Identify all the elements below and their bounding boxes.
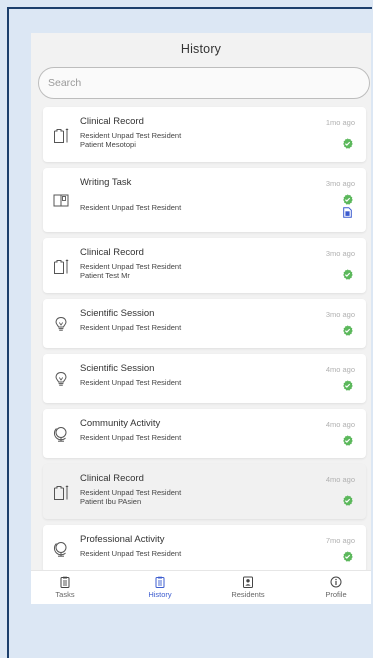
item-subtitle: Resident Unpad Test Resident [80, 433, 181, 442]
item-patient: Patient Ibu PAsien [80, 497, 142, 506]
tab-profile[interactable]: Profile [301, 576, 371, 599]
info-circle-icon [330, 576, 342, 588]
item-timestamp: 3mo ago [325, 310, 355, 319]
item-timestamp: 3mo ago [325, 179, 355, 188]
verified-check-icon [342, 380, 353, 391]
item-title: Professional Activity [80, 534, 165, 545]
item-resident: Resident Unpad Test Resident [80, 433, 182, 442]
verified-check-icon [342, 495, 353, 506]
item-subtitle: Resident Unpad Test Resident [80, 549, 181, 558]
item-title: Community Activity [80, 418, 161, 429]
item-timestamp: 4mo ago [325, 475, 355, 484]
lightbulb-icon [52, 315, 70, 333]
item-resident: Resident Unpad Test Resident [80, 378, 182, 387]
history-item[interactable]: Scientific Session Resident Unpad Test Re… [43, 299, 366, 348]
history-item[interactable]: Writing Task Resident Unpad Test Resident… [43, 168, 366, 232]
tab-history-label: History [148, 590, 172, 599]
search-input[interactable]: Search [38, 67, 370, 99]
bottom-tab-bar: Tasks History Residents Profile [31, 570, 371, 604]
item-subtitle: Resident Unpad Test Resident Patient Test… [80, 262, 181, 280]
lightbulb-icon [52, 370, 70, 388]
id-badge-icon [242, 576, 254, 588]
history-item[interactable]: Professional Activity Resident Unpad Test… [43, 525, 366, 573]
clipboard-list-icon [154, 576, 166, 588]
globe-icon [52, 425, 70, 443]
item-resident: Resident Unpad Test Resident [80, 131, 182, 140]
item-resident: Resident Unpad Test Resident [80, 203, 182, 212]
globe-icon [52, 540, 70, 558]
app-screen: History Search Clinical Record Resident U… [31, 33, 371, 604]
clinical-record-icon [52, 126, 70, 144]
tab-history[interactable]: History [125, 576, 195, 599]
clinical-record-icon [52, 483, 70, 501]
verified-check-icon [342, 269, 353, 280]
item-subtitle: Resident Unpad Test Resident [80, 203, 181, 212]
clipboard-icon [59, 576, 71, 588]
item-title: Clinical Record [80, 247, 144, 258]
item-subtitle: Resident Unpad Test Resident [80, 323, 181, 332]
item-resident: Resident Unpad Test Resident [80, 323, 182, 332]
item-timestamp: 3mo ago [325, 249, 355, 258]
item-patient: Patient Mesotopi [80, 140, 136, 149]
clinical-record-icon [52, 257, 70, 275]
tab-residents-label: Residents [231, 590, 265, 599]
item-timestamp: 1mo ago [325, 118, 355, 127]
item-title: Clinical Record [80, 473, 144, 484]
history-item[interactable]: Scientific Session Resident Unpad Test Re… [43, 354, 366, 403]
item-title: Scientific Session [80, 308, 155, 319]
item-title: Clinical Record [80, 116, 144, 127]
tab-tasks-label: Tasks [55, 590, 75, 599]
verified-check-icon [342, 194, 353, 205]
item-title: Writing Task [80, 177, 132, 188]
tab-profile-label: Profile [325, 590, 347, 599]
verified-check-icon [342, 325, 353, 336]
verified-check-icon [342, 435, 353, 446]
item-resident: Resident Unpad Test Resident [80, 262, 182, 271]
item-resident: Resident Unpad Test Resident [80, 488, 182, 497]
verified-check-icon [342, 551, 353, 562]
history-item[interactable]: Clinical Record Resident Unpad Test Resid… [43, 464, 366, 519]
history-item[interactable]: Clinical Record Resident Unpad Test Resid… [43, 238, 366, 293]
item-patient: Patient Test Mr [80, 271, 130, 280]
book-icon [52, 191, 70, 209]
history-item[interactable]: Community Activity Resident Unpad Test Re… [43, 409, 366, 458]
tab-residents[interactable]: Residents [213, 576, 283, 599]
item-timestamp: 4mo ago [325, 365, 355, 374]
history-item[interactable]: Clinical Record Resident Unpad Test Resid… [43, 107, 366, 162]
item-subtitle: Resident Unpad Test Resident [80, 378, 181, 387]
item-resident: Resident Unpad Test Resident [80, 549, 182, 558]
item-title: Scientific Session [80, 363, 155, 374]
tab-tasks[interactable]: Tasks [31, 576, 100, 599]
item-subtitle: Resident Unpad Test Resident Patient Meso… [80, 131, 181, 149]
item-subtitle: Resident Unpad Test Resident Patient Ibu … [80, 488, 181, 506]
verified-check-icon [342, 138, 353, 149]
item-timestamp: 4mo ago [325, 420, 355, 429]
document-icon[interactable] [343, 207, 352, 218]
page-title: History [180, 42, 222, 56]
item-timestamp: 7mo ago [325, 536, 355, 545]
